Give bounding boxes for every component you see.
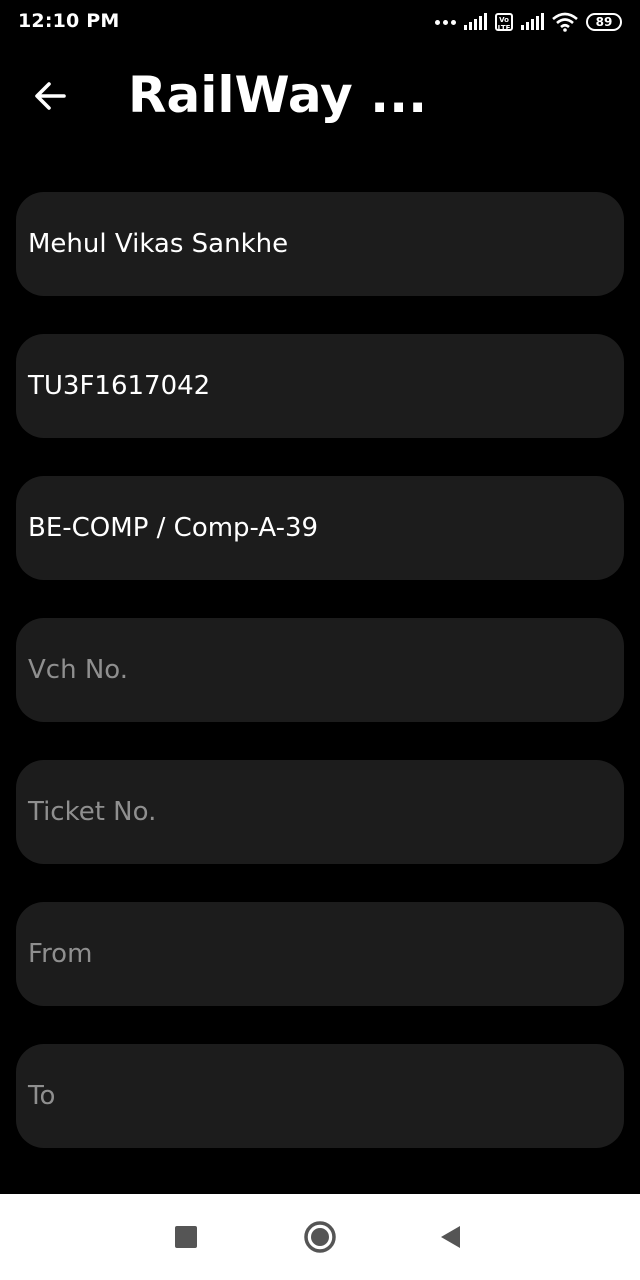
status-icons: Vo LTE 89 [435, 10, 622, 34]
wifi-icon [552, 12, 578, 32]
status-bar: 12:10 PM Vo LTE 89 [0, 0, 640, 44]
field-placeholder: Ticket No. [28, 797, 157, 827]
back-button[interactable] [24, 70, 76, 122]
field-value: BE-COMP / Comp-A-39 [28, 513, 319, 543]
branch-division-field[interactable]: BE-COMP / Comp-A-39 [16, 476, 624, 580]
volte-icon: Vo LTE [495, 13, 513, 32]
arrow-left-icon [35, 82, 66, 110]
field-placeholder: Vch No. [28, 655, 128, 685]
signal-icon [521, 13, 544, 30]
battery-icon: 89 [586, 13, 622, 31]
back-triangle-icon [441, 1226, 460, 1248]
recents-square-icon [175, 1226, 197, 1248]
recents-button[interactable] [163, 1214, 209, 1260]
signal-icon [464, 13, 487, 30]
to-station-field[interactable]: To [16, 1044, 624, 1148]
status-time: 12:10 PM [18, 10, 120, 32]
system-nav-bar [0, 1194, 640, 1280]
more-dots-icon [435, 19, 456, 25]
field-placeholder: To [28, 1081, 56, 1111]
page-title: RailWay ... [128, 66, 428, 124]
from-station-field[interactable]: From [16, 902, 624, 1006]
back-nav-button[interactable] [427, 1214, 473, 1260]
home-circle-icon [304, 1221, 336, 1253]
field-value: Mehul Vikas Sankhe [28, 229, 289, 259]
railway-form: Mehul Vikas Sankhe TU3F1617042 BE-COMP /… [16, 192, 624, 1186]
voucher-number-field[interactable]: Vch No. [16, 618, 624, 722]
student-id-field[interactable]: TU3F1617042 [16, 334, 624, 438]
field-value: TU3F1617042 [28, 371, 211, 401]
home-button[interactable] [297, 1214, 343, 1260]
ticket-number-field[interactable]: Ticket No. [16, 760, 624, 864]
app-bar: RailWay ... [0, 44, 640, 154]
field-placeholder: From [28, 939, 93, 969]
student-name-field[interactable]: Mehul Vikas Sankhe [16, 192, 624, 296]
